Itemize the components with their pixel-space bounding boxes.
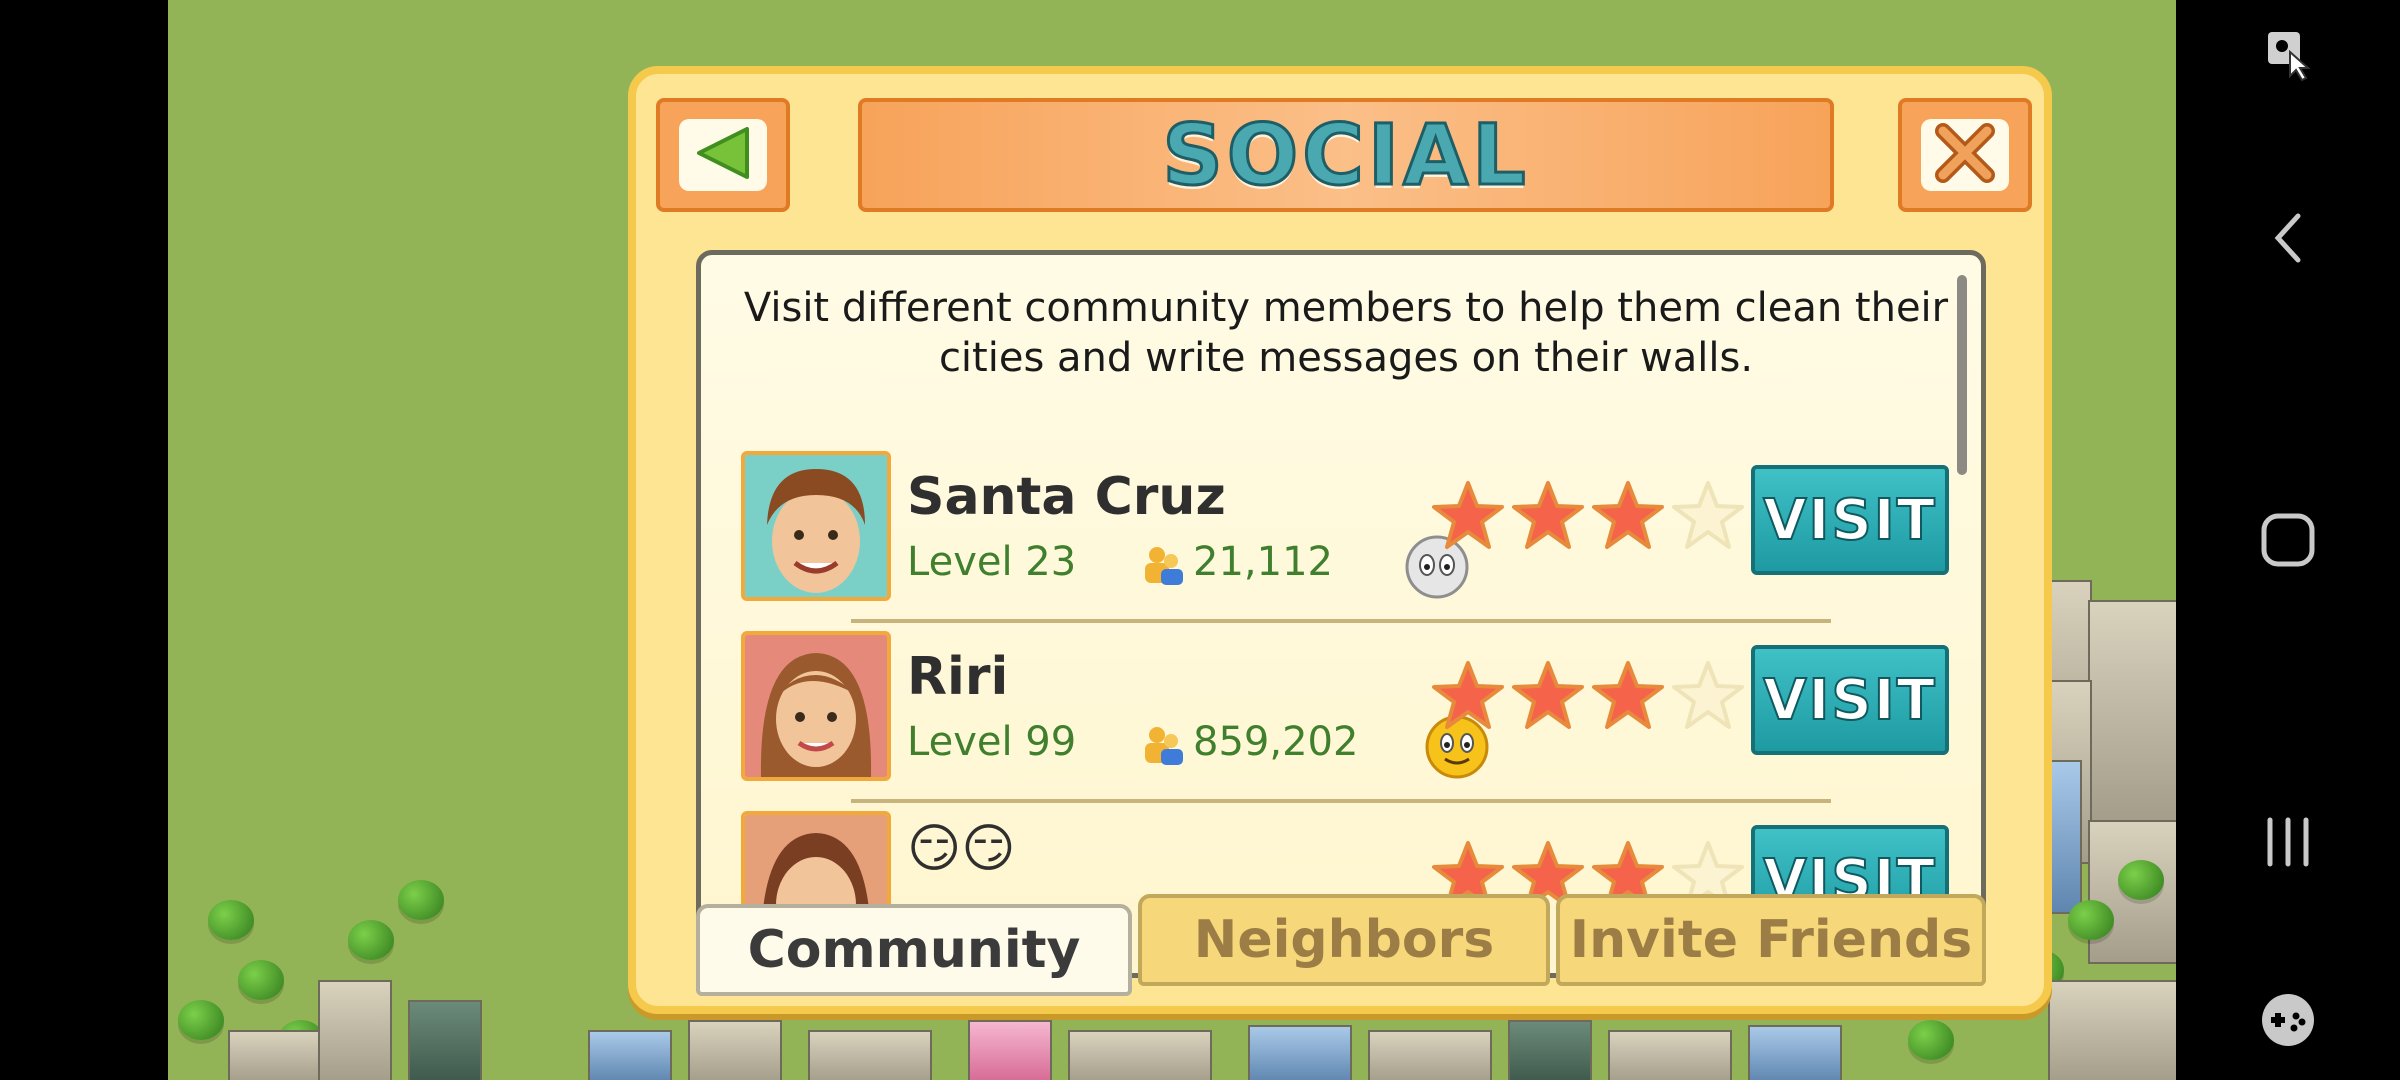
recents-icon[interactable] [2260, 814, 2316, 874]
member-level: Level 23 [907, 539, 1077, 585]
system-nav-bar [2176, 0, 2400, 1080]
row-divider [851, 619, 1831, 623]
back-button[interactable] [656, 98, 790, 212]
avatar[interactable] [741, 631, 891, 781]
game-controller-icon[interactable] [2258, 990, 2318, 1054]
back-icon[interactable] [2268, 210, 2308, 270]
star-filled-icon [1591, 479, 1665, 553]
intro-line-1: Visit different community members to hel… [743, 285, 1949, 331]
list-item: Riri Level 99 859,202 VISIT [741, 631, 1949, 803]
tab-bar: Community Neighbors Invite Friends [696, 894, 1986, 998]
star-filled-icon [1511, 479, 1585, 553]
row-divider [851, 799, 1831, 803]
tab-neighbors[interactable]: Neighbors [1138, 894, 1550, 986]
member-level: Level 99 [907, 719, 1077, 765]
population-icon [1141, 723, 1185, 767]
star-filled-icon [1431, 479, 1505, 553]
rating-stars [1431, 659, 1745, 733]
population-icon [1141, 543, 1185, 587]
visit-button[interactable]: VISIT [1751, 465, 1949, 575]
star-filled-icon [1591, 659, 1665, 733]
member-name: Santa Cruz [907, 467, 1226, 527]
star-filled-icon [1431, 659, 1505, 733]
social-dialog: SOCIAL Visit different community members… [628, 66, 2052, 1014]
member-population: 859,202 [1193, 719, 1359, 765]
visit-button[interactable]: VISIT [1751, 645, 1949, 755]
screen-pin-icon[interactable] [2264, 28, 2312, 88]
list-item: Santa Cruz Level 23 21,112 VISIT [741, 451, 1949, 623]
title-bar: SOCIAL [858, 98, 1834, 212]
star-empty-icon [1671, 479, 1745, 553]
game-viewport[interactable]: SOCIAL Visit different community members… [168, 0, 2176, 1080]
member-name: 😏😏 [907, 819, 1016, 879]
back-arrow-icon [693, 125, 753, 185]
close-button[interactable] [1898, 98, 2032, 212]
avatar[interactable] [741, 451, 891, 601]
intro-line-2: cities and write messages on their walls… [938, 335, 1754, 381]
star-empty-icon [1671, 659, 1745, 733]
home-icon[interactable] [2260, 512, 2316, 572]
rating-stars [1431, 479, 1745, 553]
tab-invite-friends[interactable]: Invite Friends [1556, 894, 1986, 986]
intro-text-block: Visit different community members to hel… [701, 283, 1981, 383]
tab-community[interactable]: Community [696, 904, 1132, 996]
community-list-panel[interactable]: Visit different community members to hel… [696, 250, 1986, 978]
close-x-icon [1933, 123, 1997, 187]
member-name: Riri [907, 647, 1009, 707]
dialog-title: SOCIAL [1161, 105, 1530, 206]
member-population: 21,112 [1193, 539, 1333, 585]
star-filled-icon [1511, 659, 1585, 733]
